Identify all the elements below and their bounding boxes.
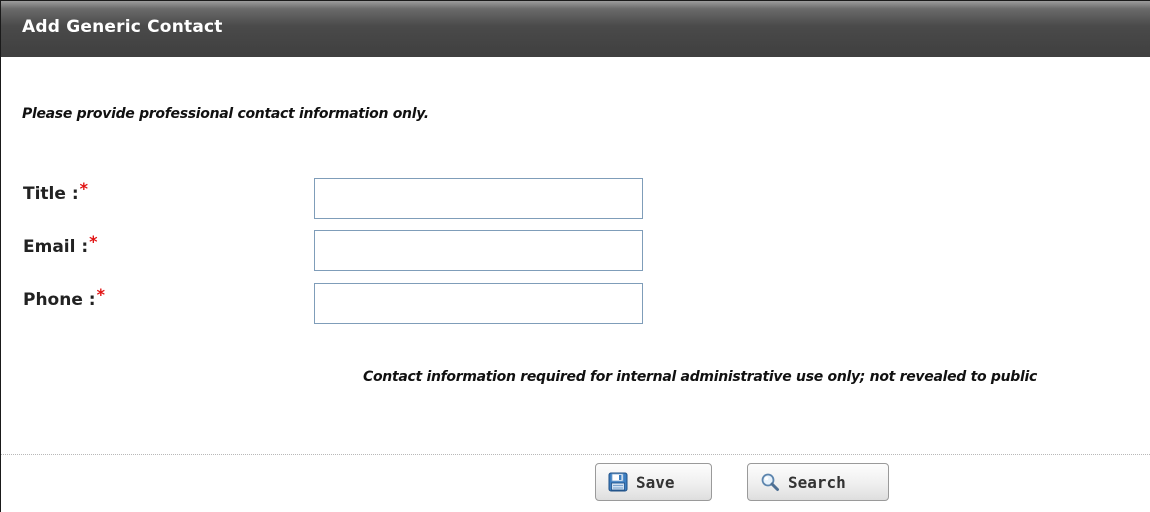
phone-label-text: Phone :: [23, 290, 96, 310]
email-label-text: Email :: [23, 237, 89, 257]
add-generic-contact-panel: Add Generic Contact Please provide profe…: [0, 0, 1150, 512]
footer-divider: [1, 454, 1150, 455]
magnifier-icon: [760, 472, 780, 492]
panel-title: Add Generic Contact: [22, 17, 223, 37]
panel-header: Add Generic Contact: [1, 1, 1150, 57]
save-button[interactable]: Save: [595, 463, 712, 501]
title-label-text: Title :: [23, 184, 79, 204]
search-button-label: Search: [788, 472, 846, 492]
title-input[interactable]: [314, 178, 643, 219]
privacy-note: Contact information required for interna…: [363, 369, 1037, 385]
email-input[interactable]: [314, 230, 643, 271]
required-asterisk: *: [79, 179, 88, 198]
required-asterisk: *: [89, 232, 98, 251]
phone-label: Phone :*: [23, 285, 105, 310]
title-label: Title :*: [23, 179, 88, 204]
email-label: Email :*: [23, 232, 98, 257]
search-button[interactable]: Search: [747, 463, 889, 501]
floppy-disk-icon: [608, 472, 628, 492]
professional-info-notice: Please provide professional contact info…: [22, 106, 429, 122]
save-button-label: Save: [636, 472, 675, 492]
required-asterisk: *: [96, 285, 105, 304]
phone-input[interactable]: [314, 283, 643, 324]
